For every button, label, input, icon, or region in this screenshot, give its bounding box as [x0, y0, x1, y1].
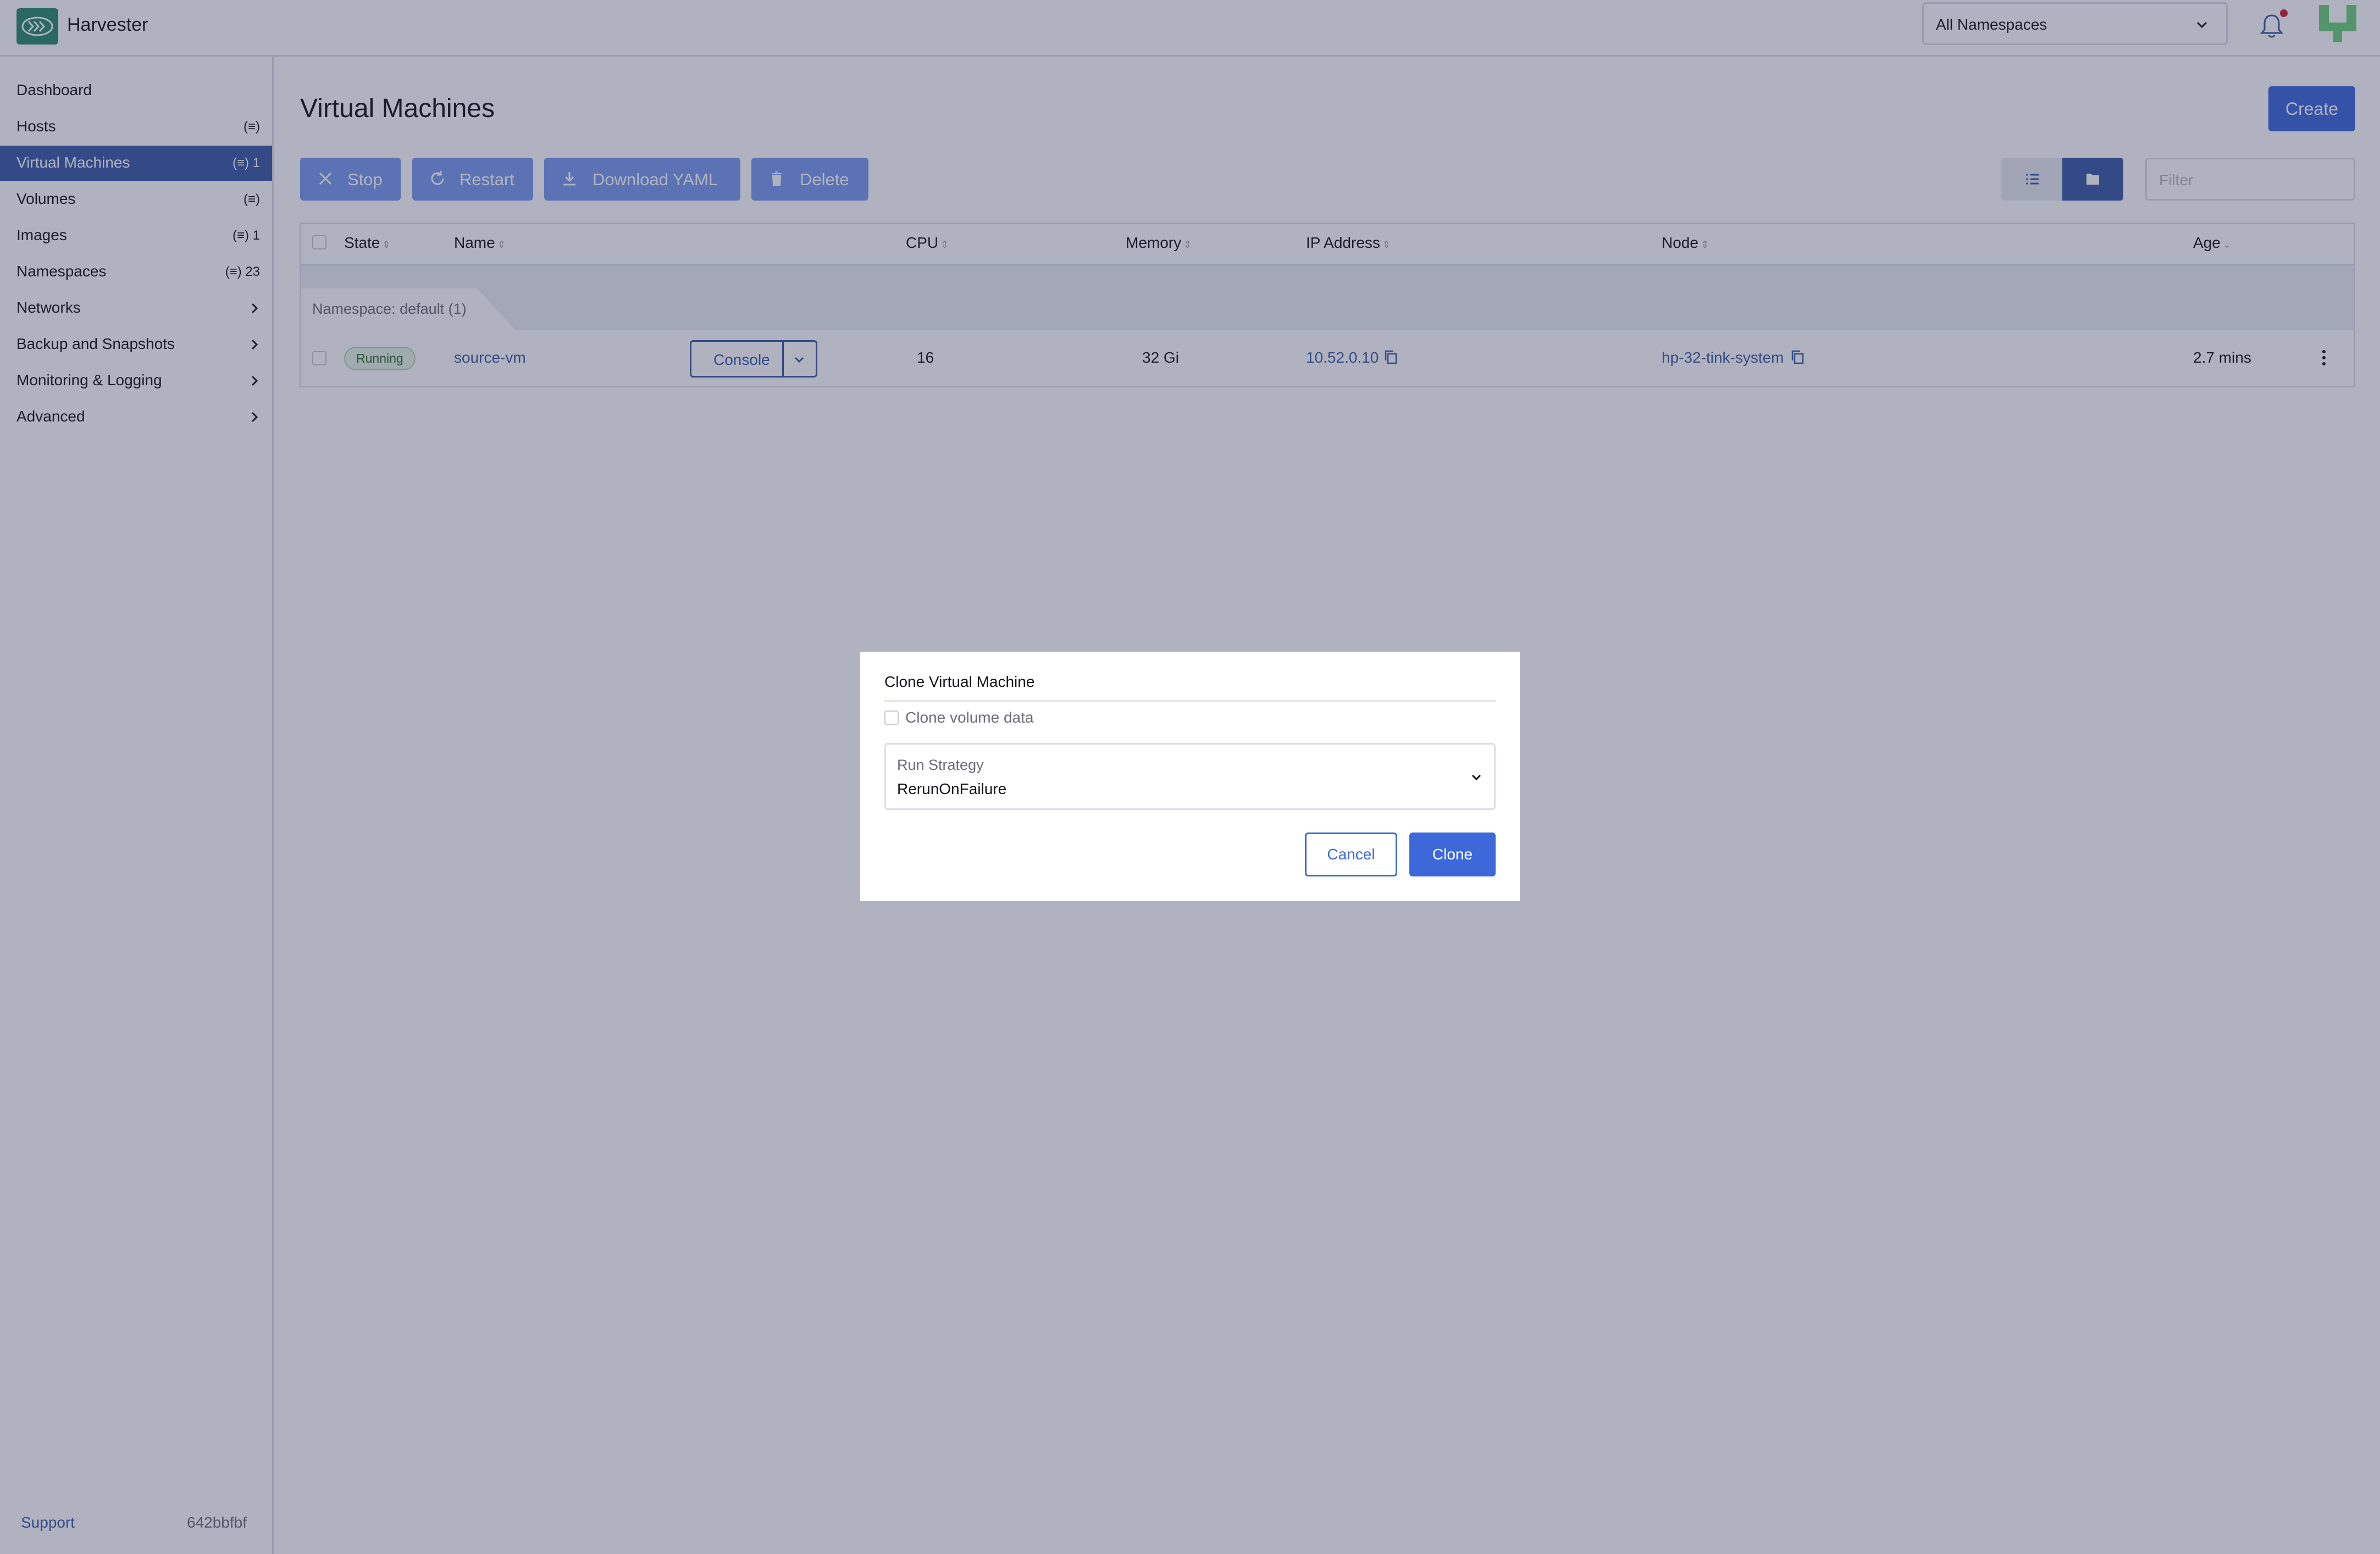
clone-button[interactable]: Clone [1409, 833, 1496, 876]
dialog-divider [884, 700, 1496, 702]
cancel-button[interactable]: Cancel [1305, 833, 1397, 876]
app: Harvester All Namespaces Dashboard Hosts… [0, 0, 2380, 1554]
clone-volume-checkbox[interactable] [884, 711, 899, 725]
clone-vm-dialog: Clone Virtual Machine Clone volume data … [862, 654, 1518, 899]
dialog-title: Clone Virtual Machine [884, 673, 1035, 690]
chevron-down-icon [1471, 774, 1481, 781]
run-strategy-label: Run Strategy [897, 757, 984, 773]
run-strategy-value: RerunOnFailure [897, 780, 1007, 797]
run-strategy-select[interactable]: Run Strategy RerunOnFailure [884, 743, 1496, 810]
clone-volume-label[interactable]: Clone volume data [905, 709, 1033, 726]
